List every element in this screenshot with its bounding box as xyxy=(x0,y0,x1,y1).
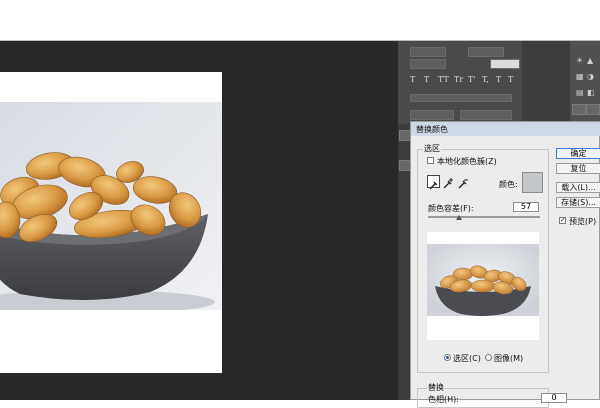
reset-button[interactable]: 复位 xyxy=(556,163,600,174)
color-label: 颜色: xyxy=(499,180,518,189)
radio-image[interactable] xyxy=(485,354,492,361)
almond-photo xyxy=(0,102,222,310)
eyedropper-icon xyxy=(429,181,438,190)
small-caps-icon[interactable]: Tr xyxy=(454,76,463,84)
eyedropper-plus-button[interactable] xyxy=(442,175,455,189)
document-canvas[interactable] xyxy=(0,72,222,373)
opentype-row[interactable] xyxy=(410,94,512,102)
replace-group-label: 替换 xyxy=(427,382,445,393)
antialias-select[interactable] xyxy=(460,110,512,120)
color-balance-icon[interactable]: ◑ xyxy=(587,73,596,81)
localized-colors-label: 本地化颜色簇(Z) xyxy=(437,157,497,166)
tab-channels[interactable] xyxy=(586,104,600,115)
preview-image xyxy=(427,232,539,340)
language-select[interactable] xyxy=(410,110,454,120)
fuzziness-slider-thumb[interactable] xyxy=(456,215,463,220)
save-button[interactable]: 存储(S)... xyxy=(556,197,600,208)
faux-italic-icon[interactable]: T xyxy=(424,76,429,84)
replace-color-dialog: 替换颜色 选区 本地化颜色簇(Z) 颜色: 颜色容差(F): 57 选区(C) … xyxy=(410,121,600,408)
underline-icon[interactable]: T xyxy=(496,76,501,84)
dialog-title: 替换颜色 xyxy=(416,125,448,134)
radio-image-label: 图像(M) xyxy=(494,354,524,363)
localized-colors-checkbox[interactable] xyxy=(427,157,434,164)
eyedropper-minus-button[interactable] xyxy=(457,175,470,189)
eyedropper-minus-icon xyxy=(458,179,468,189)
radio-selection-label: 选区(C) xyxy=(453,354,481,363)
font-size-field[interactable] xyxy=(410,47,446,57)
radio-selection[interactable] xyxy=(444,354,451,361)
brightness-icon[interactable]: ☀ xyxy=(576,57,585,65)
character-panel: T T TT Tr T' T, T T xyxy=(398,41,522,124)
preview-checkbox[interactable] xyxy=(559,216,566,224)
eyedropper-button[interactable] xyxy=(427,175,440,190)
top-menu-area xyxy=(0,0,600,40)
leading-field[interactable] xyxy=(468,47,504,57)
eyedropper-plus-icon xyxy=(443,178,453,189)
dialog-title-bar[interactable]: 替换颜色 xyxy=(411,122,600,136)
hue-input[interactable]: 0 xyxy=(541,393,567,403)
all-caps-icon[interactable]: TT xyxy=(438,76,449,84)
selective-color-icon[interactable]: ◧ xyxy=(587,89,596,97)
fuzziness-slider[interactable] xyxy=(428,216,540,218)
levels-icon[interactable]: ▲ xyxy=(587,57,596,65)
fuzziness-label: 颜色容差(F): xyxy=(428,204,474,213)
tab-layers[interactable] xyxy=(572,104,586,115)
preview-checkbox-label: 预览(P) xyxy=(569,217,597,226)
color-swatch[interactable] xyxy=(522,172,543,193)
faux-bold-icon[interactable]: T xyxy=(410,76,415,84)
strikethrough-icon[interactable]: T xyxy=(508,76,513,84)
selection-preview xyxy=(427,232,539,340)
fuzziness-input[interactable]: 57 xyxy=(513,202,539,212)
tracking-field[interactable] xyxy=(410,59,446,69)
gradient-map-icon[interactable]: ▤ xyxy=(576,89,585,97)
color-field[interactable] xyxy=(490,59,520,69)
superscript-icon[interactable]: T' xyxy=(468,76,476,84)
selection-group-label: 选区 xyxy=(423,143,441,154)
load-button[interactable]: 载入(L)... xyxy=(556,182,600,193)
ok-button[interactable]: 确定 xyxy=(556,148,600,159)
hue-saturation-icon[interactable]: ▦ xyxy=(576,73,585,81)
subscript-icon[interactable]: T, xyxy=(482,76,489,84)
